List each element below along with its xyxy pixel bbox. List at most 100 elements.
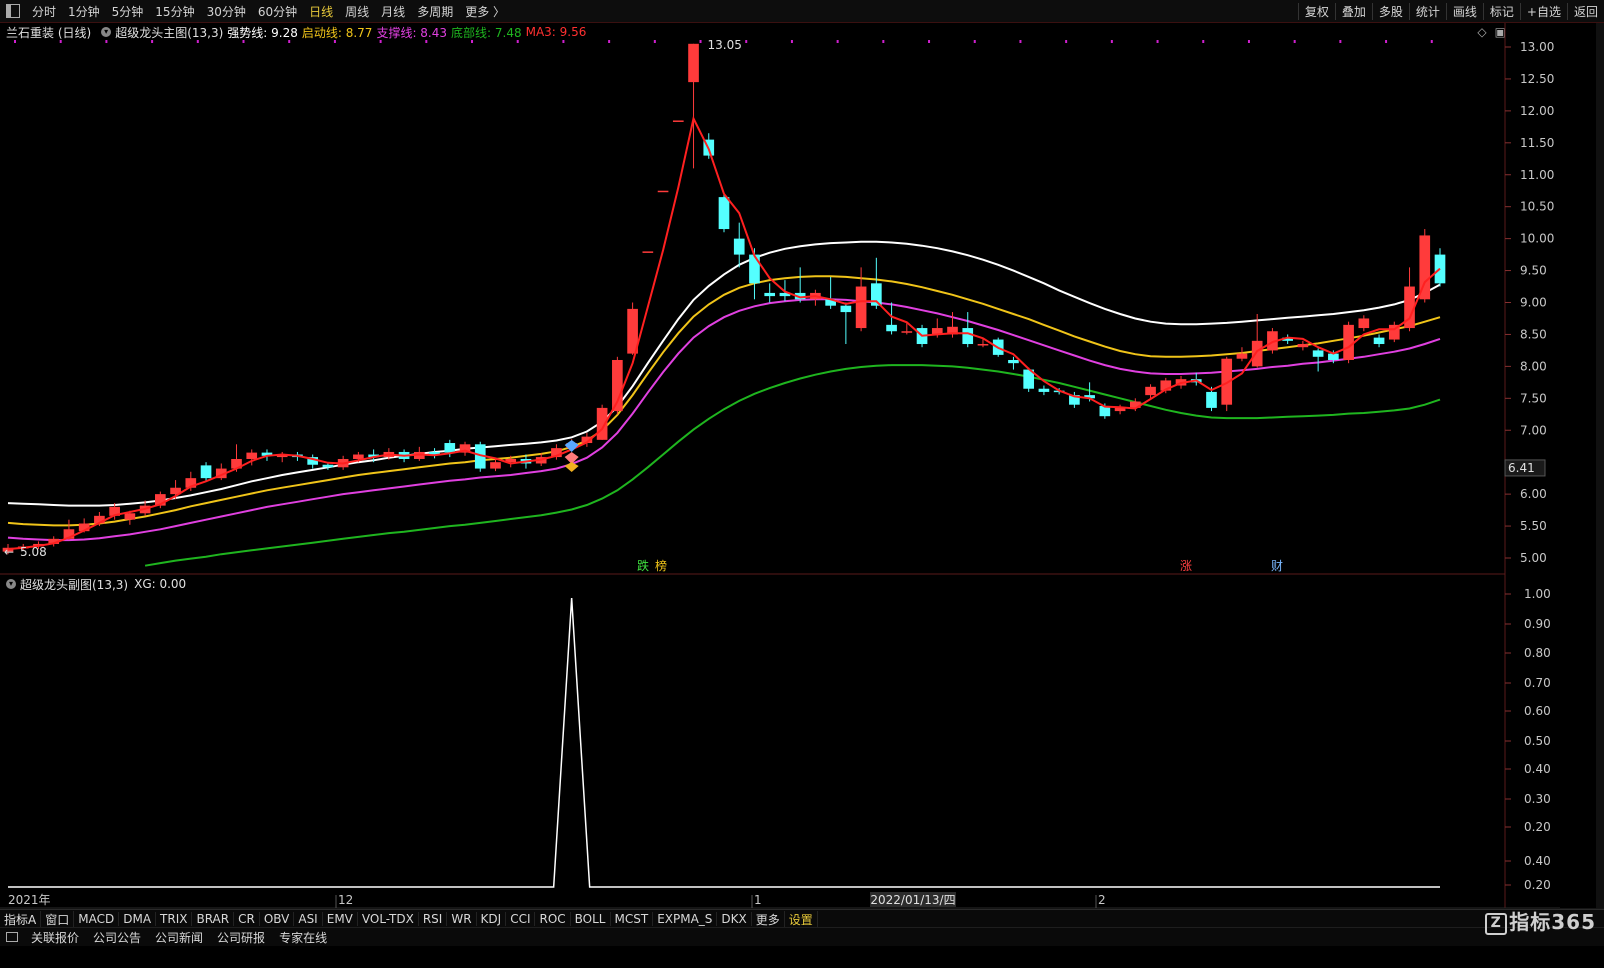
indicator-tab-9[interactable]: EMV [323,912,358,926]
indicator-tab-5[interactable]: BRAR [192,912,235,926]
candle-body [1373,337,1385,345]
top-dot-marker [516,40,519,43]
price-tick-label: 5.00 [1520,551,1547,565]
candle-body [901,331,913,333]
brand-logo-text: 指标365 [1509,910,1596,934]
price-tick-label: 9.00 [1520,296,1547,310]
sub-tick-label: 0.90 [1524,617,1551,631]
candle-body [1358,318,1370,329]
indicator-tab-15[interactable]: ROC [535,912,571,926]
candle-body [1008,359,1019,364]
top-dot-marker [1202,40,1205,43]
candle-body [855,286,867,329]
low-label: 5.08 [20,545,47,559]
price-tick-label: 10.00 [1520,232,1554,246]
info-tab-2[interactable]: 公司新闻 [148,929,210,946]
candle-body [1343,324,1354,360]
signal-diamond-icon [564,462,579,472]
indicator-tab-1[interactable]: 窗口 [41,910,75,928]
top-dot-marker [1065,40,1068,43]
candle-body [688,43,699,83]
indicator-tab-0[interactable]: 指标A [0,910,42,928]
sub-tick-label: 0.80 [1524,646,1551,660]
indicator-tab-18[interactable]: EXPMA_S [653,912,718,926]
chart-canvas[interactable]: 13.05← 5.08跌榜涨财13.0012.5012.0011.5011.001… [0,0,1604,968]
candle-body [733,238,745,255]
date-label-12: 12 [338,893,353,907]
indicator-tab-14[interactable]: CCI [506,912,536,926]
price-tick-label: 10.50 [1520,200,1554,214]
date-label-2021: 2021年 [8,893,51,907]
price-marker-label: 6.41 [1508,461,1535,475]
indicator-tab-4[interactable]: TRIX [156,912,193,926]
top-dot-marker [1339,40,1342,43]
right-scrollbar [1596,23,1604,908]
top-dot-marker [653,40,656,43]
candle-body [1312,350,1324,357]
top-dot-marker [790,40,793,43]
top-dot-marker [1293,40,1296,43]
top-dot-marker [151,40,154,43]
top-dot-marker [14,40,16,43]
signal-diamond-icon [564,440,579,452]
indicator-tab-10[interactable]: VOL-TDX [358,912,419,926]
sub-tick-label: 0.20 [1524,820,1551,834]
top-dot-marker [105,40,108,43]
indicator-tabs: 指标A 窗口 MACD DMA TRIX BRAR CR OBV ASI EMV VOL-TDX RS… [0,909,1604,928]
candle-body [490,462,501,469]
indicator-tab-16[interactable]: BOLL [571,912,611,926]
info-tab-0[interactable]: 关联报价 [24,929,86,946]
indicator-tab-11[interactable]: RSI [419,912,448,926]
indicator-tab-19[interactable]: DKX [717,912,752,926]
info-tab-3[interactable]: 公司研报 [210,929,272,946]
sub-tick-label: 0.60 [1524,704,1551,718]
price-tick-label: 8.00 [1520,359,1547,373]
indicator-tab-7[interactable]: OBV [260,912,295,926]
indicator-tab-6[interactable]: CR [234,912,260,926]
panel-toggle-icon[interactable] [6,932,18,942]
candle-body [322,464,334,468]
candle-body [1206,391,1217,408]
top-dot-marker [379,40,382,43]
indicator-tab-20[interactable]: 更多 [752,910,785,928]
indicator-tab-17[interactable]: MCST [611,912,654,926]
price-tick-label: 11.00 [1520,168,1554,182]
candle-body [353,454,364,459]
indicator-tab-8[interactable]: ASI [294,912,323,926]
top-dot-marker [196,40,199,43]
top-dot-marker [1247,40,1250,43]
indicator-tab-13[interactable]: KDJ [477,912,507,926]
date-label-1: 1 [754,893,762,907]
indicator-tab-3[interactable]: DMA [119,912,157,926]
sub-tick-label: 0.30 [1524,792,1551,806]
price-tick-label: 9.50 [1520,264,1547,278]
top-dot-marker [425,40,428,43]
top-dot-marker [1385,40,1388,43]
sub-tick-label: 1.00 [1524,587,1551,601]
candle-body [886,324,897,332]
price-tick-label: 5.50 [1520,519,1547,533]
sub-tick-label: 0.50 [1524,734,1551,748]
candle-body [124,513,136,520]
sub-tick-label: 0.40 [1524,854,1551,868]
top-dot-marker [242,40,245,43]
top-dot-marker [1110,40,1113,43]
indicator-tab-21[interactable]: 设置 [785,910,818,928]
candle-body [1236,353,1248,359]
price-tick-label: 6.00 [1520,487,1547,501]
price-tick-label: 11.50 [1520,136,1554,150]
price-tick-label: 12.00 [1520,104,1554,118]
indicator-tab-2[interactable]: MACD [74,912,120,926]
price-tick-label: 13.00 [1520,40,1554,54]
top-dot-marker [1019,40,1022,43]
candle-body [1297,344,1309,348]
candle-body [444,443,456,453]
ma3-line [7,115,1441,551]
support-line [7,298,1441,542]
top-dot-marker [471,40,474,43]
indicator-tab-12[interactable]: WR [447,912,477,926]
sub-tick-label: 0.40 [1524,762,1551,776]
info-tab-4[interactable]: 专家在线 [272,929,334,946]
info-tab-1[interactable]: 公司公告 [86,929,148,946]
candle-body [672,120,684,122]
